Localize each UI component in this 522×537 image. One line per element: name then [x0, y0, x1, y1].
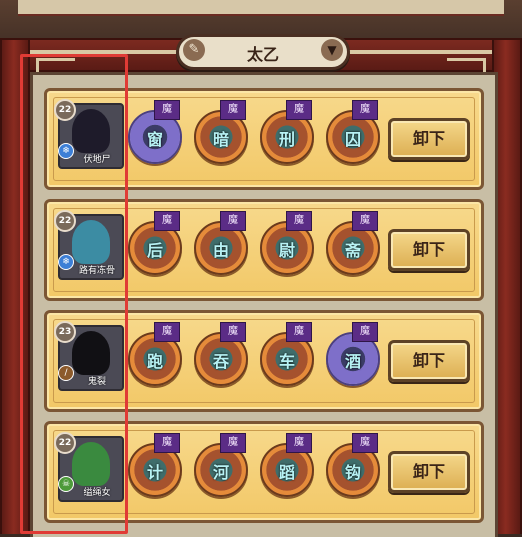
rune-glyph: 尉: [278, 241, 295, 260]
level-badge: 22: [54, 210, 76, 232]
character-name: 路有冻骨: [78, 266, 115, 276]
rune-glyph: 由: [212, 241, 229, 260]
rune-type-tag: 魔: [286, 211, 312, 231]
rune-type-tag: 魔: [154, 322, 180, 342]
rune-type-tag: 魔: [352, 322, 378, 342]
rune-type-tag: 魔: [154, 433, 180, 453]
level-badge: 23: [54, 321, 76, 343]
left-pillar: [0, 40, 30, 534]
rune-type-tag: 魔: [220, 100, 246, 120]
rune-glyph: 跑: [146, 352, 163, 371]
character-portrait-icon: [72, 220, 110, 264]
rune-glyph: 后: [146, 241, 163, 260]
character-name: 缢绳女: [83, 488, 111, 498]
rune-type-tag: 魔: [220, 322, 246, 342]
character-avatar[interactable]: 22 ❄ 路有冻骨: [54, 210, 124, 280]
title-selector[interactable]: ✎ 太乙 ▼: [176, 34, 350, 70]
rune-type-tag: 魔: [286, 433, 312, 453]
rune-glyph: 暗: [212, 130, 229, 149]
character-avatar[interactable]: 22 ❄ 伏地尸: [54, 99, 124, 169]
rune-glyph: 囚: [344, 130, 361, 149]
level-badge: 22: [54, 432, 76, 454]
rune-type-tag: 魔: [220, 211, 246, 231]
rune-glyph: 计: [146, 463, 163, 482]
rune-glyph: 车: [278, 352, 295, 371]
beam-corner-left: [36, 58, 75, 73]
rune-type-tag: 魔: [286, 322, 312, 342]
chevron-down-icon[interactable]: ▼: [321, 39, 343, 61]
rune-type-tag: 魔: [352, 100, 378, 120]
unequip-button[interactable]: 卸下: [388, 118, 470, 160]
character-avatar[interactable]: 22 ☠ 缢绳女: [54, 432, 124, 502]
rune-glyph: 河: [212, 463, 229, 482]
unequip-button[interactable]: 卸下: [388, 229, 470, 271]
rune-glyph: 吞: [212, 352, 229, 371]
rune-glyph: 酒: [344, 352, 361, 371]
character-name: 鬼裂: [87, 377, 106, 387]
rune-type-tag: 魔: [154, 100, 180, 120]
rune-type-tag: 魔: [286, 100, 312, 120]
character-avatar[interactable]: 23/鬼裂: [54, 321, 124, 391]
level-badge: 22: [54, 99, 76, 121]
character-portrait-icon: [72, 331, 110, 375]
rune-type-tag: 魔: [220, 433, 246, 453]
beam-corner-right: [447, 58, 486, 73]
character-portrait-icon: [72, 442, 110, 486]
rune-glyph: 斋: [344, 241, 361, 260]
unequip-button[interactable]: 卸下: [388, 451, 470, 493]
unequip-button[interactable]: 卸下: [388, 340, 470, 382]
rune-type-tag: 魔: [352, 433, 378, 453]
top-strip: [18, 0, 504, 16]
rune-glyph: 钩: [344, 463, 361, 482]
rune-type-tag: 魔: [352, 211, 378, 231]
rune-glyph: 蹈: [278, 463, 295, 482]
rune-glyph: 窗: [146, 130, 163, 149]
rune-type-tag: 魔: [154, 211, 180, 231]
character-portrait-icon: [72, 109, 110, 153]
rune-glyph: 刑: [278, 130, 295, 149]
character-name: 伏地尸: [83, 155, 111, 165]
